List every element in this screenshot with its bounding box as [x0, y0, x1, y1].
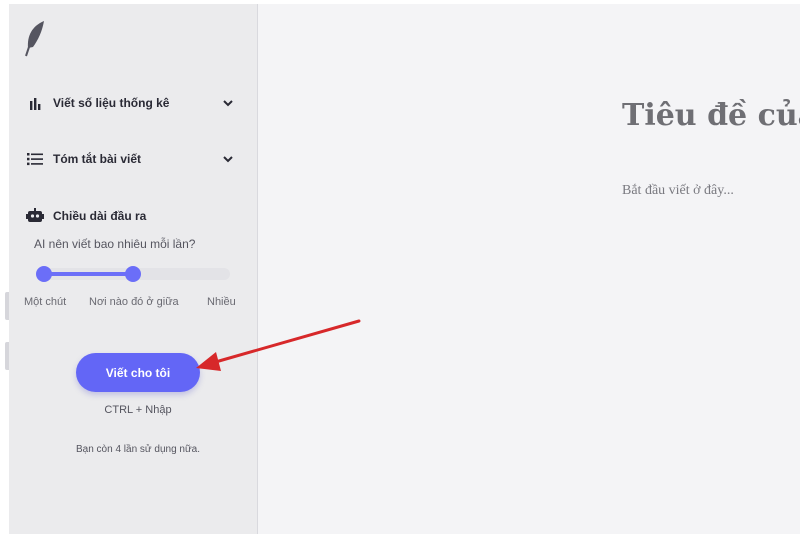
- slider-handle-start[interactable]: [36, 266, 52, 282]
- slider-fill: [44, 272, 133, 276]
- sidebar-edge: [0, 4, 9, 534]
- output-length-header: Chiều dài đầu ra: [26, 204, 146, 228]
- document-title-placeholder[interactable]: Tiêu đề của: [622, 98, 800, 133]
- section-statistics[interactable]: Viết số liệu thống kê: [26, 91, 234, 115]
- slider-option-low[interactable]: Một chút: [24, 296, 66, 308]
- section-summary[interactable]: Tóm tắt bài viết: [26, 147, 234, 171]
- output-length-question: AI nên viết bao nhiêu mỗi lần?: [34, 237, 196, 251]
- slider-option-mid[interactable]: Nơi nào đó ở giữa: [89, 296, 179, 308]
- feather-logo-icon: [25, 21, 44, 57]
- editor-area[interactable]: [258, 4, 800, 534]
- chevron-down-icon[interactable]: [222, 153, 234, 165]
- slider-option-high[interactable]: Nhiều: [207, 296, 236, 308]
- remaining-uses-text: Bạn còn 4 lần sử dụng nữa.: [75, 444, 201, 455]
- write-for-me-button[interactable]: Viết cho tôi: [76, 353, 200, 392]
- robot-icon: [26, 207, 44, 225]
- document-body-placeholder[interactable]: Bắt đầu viết ở đây...: [622, 183, 734, 199]
- output-length-slider[interactable]: [36, 266, 230, 282]
- section-summary-label: Tóm tắt bài viết: [53, 152, 142, 166]
- bar-chart-icon: [26, 94, 44, 112]
- chevron-down-icon[interactable]: [222, 97, 234, 109]
- section-statistics-label: Viết số liệu thống kê: [53, 96, 170, 110]
- list-icon: [26, 150, 44, 168]
- keyboard-shortcut-hint: CTRL + Nhập: [104, 404, 172, 416]
- slider-handle-end[interactable]: [125, 266, 141, 282]
- output-length-label: Chiều dài đầu ra: [53, 209, 147, 223]
